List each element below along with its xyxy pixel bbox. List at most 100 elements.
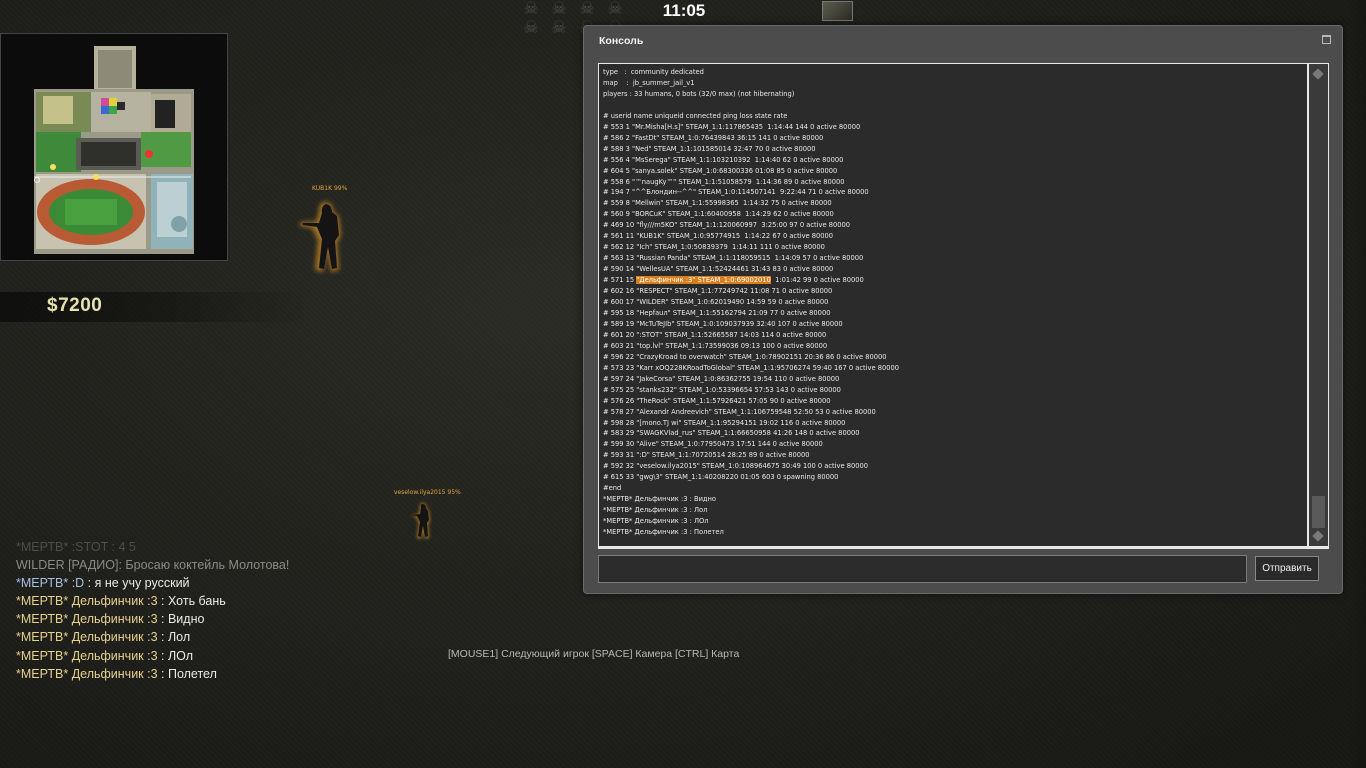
console-line: # 595 18 "Нерfauл" STEAM_1:1:55162794 21… [603,308,831,317]
console-line: # 578 27 "Alexandr Andreevich" STEAM_1:1… [603,407,876,416]
screen-edge [1348,0,1366,768]
console-line: # 597 24 "JakeCorsa" STEAM_1:0:86362755 … [603,374,840,383]
skull-icon: ☠ [551,18,567,37]
console-line: # 602 16 "RESPECT" STEAM_1:1:77249742 11… [603,287,833,296]
player-soldier-icon [300,202,341,272]
console-line: # 553 1 "Mr.Misha[H.s]" STEAM_1:1:117865… [603,122,861,131]
chat-text: Бросаю коктейль Молотова! [121,558,290,573]
console-line: # 590 14 "WellesUA" STEAM_1:1:52424461 3… [603,265,834,274]
radar-map-icon [34,46,194,254]
player-avatar [822,1,853,21]
chat-sender: *МЕРТВ* Дельфинчик :3 [16,666,158,681]
scroll-down-icon[interactable] [1312,530,1324,542]
chat-text: : Лол [157,630,191,645]
chat-text: : ЛОл [157,648,194,663]
chat-sender: *МЕРТВ* Дельфинчик :3 [16,630,158,645]
console-line: # 562 12 "Ich" STEAM_1:0:50839379 1:14:1… [603,243,825,252]
chat-message: *МЕРТВ* :D : я не учу русский [16,574,289,592]
chat-sender: WILDER [РАДИО]: [16,558,122,573]
console-line: # 556 4 "MsSerega" STEAM_1:1:103210392 1… [603,155,844,164]
spectator-controls-hint: [MOUSE1] Следующий игрок [SPACE] Камера … [448,648,740,660]
console-line: *МЕРТВ* Дельфинчик :3 : Полетел [603,528,724,537]
console-line: # 558 6 "™naugKy™" STEAM_1:1:51058579 1:… [603,177,845,186]
radar-minimap [0,33,228,261]
maximize-icon[interactable] [1322,35,1331,44]
money-amount: $7200 [47,295,103,316]
console-line: # 573 23 "Karr xOQ228KRoadToGlobal" STEA… [603,363,900,372]
chat-log: *МЕРТВ* :STOT : 4 5 WILDER [РАДИО]: Броса… [16,538,289,683]
chat-text: : Полетел [157,666,217,681]
chat-text: *МЕРТВ* :STOT : 4 5 [16,540,136,554]
console-window[interactable]: Консоль type : community dedicated map : … [583,25,1343,594]
player-name-tag: KUB1K 99% [312,185,348,192]
console-selection-highlight[interactable]: "Дельфинчик :3" STEAM_1:0:69002010 [636,276,771,285]
player-soldier-icon [411,503,430,539]
chat-message: *МЕРТВ* Дельфинчик :3 : Лол [16,628,289,646]
console-line: # 599 30 "Alive" STEAM_1:0:77950473 17:5… [603,440,823,449]
chat-text: : Видно [157,612,205,627]
console-title: Консоль [599,35,644,47]
chat-text: : я не учу русский [84,576,190,591]
console-line: # 559 8 "Mellwin" STEAM_1:1:55998365 1:1… [603,199,832,208]
console-line: # 571 15 "Дельфинчик :3" STEAM_1:0:69002… [603,275,899,286]
chat-message: *МЕРТВ* Дельфинчик :3 : Видно [16,610,289,628]
console-line: *МЕРТВ* Дельфинчик :3 : ЛОл [603,517,709,526]
console-line: players : 33 humans, 0 bots (32/0 max) (… [603,89,795,98]
console-line: # 588 3 "Ned" STEAM_1:1:101585014 32:47 … [603,144,816,153]
console-line: type : community dedicated [603,68,704,76]
chat-message: *МЕРТВ* Дельфинчик :3 : Хоть бань [16,592,289,610]
console-line: # 563 13 "Russian Panda" STEAM_1:1:11805… [603,254,864,263]
scroll-up-icon[interactable] [1312,68,1324,80]
console-line: # 596 22 "CrazyKroad to overwatch" STEAM… [603,352,887,361]
skull-icon: ☠ [607,0,623,18]
console-line: # 561 11 "KUB1K" STEAM_1:0:95774915 1:14… [603,232,834,241]
team-ct-skulls: ☠ ☠ ☠ ☠ [522,0,624,18]
skull-icon: ☠ [523,18,539,37]
console-line: # 603 21 "top.lvl" STEAM_1:1:73599036 09… [603,341,828,350]
skull-icon: ☠ [551,0,567,18]
console-line: *МЕРТВ* Дельфинчик :3 : Видно [603,495,717,504]
console-line: # 589 19 "McTuTeJIb" STEAM_1:0:109037939… [603,319,843,328]
console-line: # 469 10 "fly///m5KO" STEAM_1:1:12006099… [603,221,850,230]
player-name-tag: veselow.ilya2015 95% [394,489,461,496]
console-line: # 600 17 "WILDER" STEAM_1:0:62019490 14:… [603,298,829,307]
submit-button[interactable]: Отправить [1255,556,1319,581]
console-output[interactable]: type : community dedicated map : jb_summe… [599,64,1307,546]
console-line: # 593 31 ":D" STEAM_1:1:70720514 28:25 8… [603,451,810,460]
console-line: # 601 20 ":STOT" STEAM_1:1:52665587 14:0… [603,330,827,339]
chat-sender: *МЕРТВ* :D [16,576,85,591]
chat-sender: *МЕРТВ* Дельфинчик :3 [16,648,158,663]
console-line: map : jb_summer_jail_v1 [603,78,695,87]
chat-message: *МЕРТВ* Дельфинчик :3 : ЛОл [16,647,289,665]
chat-message: *МЕРТВ* Дельфинчик :3 : Полетел [16,665,289,683]
chat-message: WILDER [РАДИО]: Бросаю коктейль Молотова… [16,556,289,574]
console-line: # 604 5 "sanya.solek" STEAM_1:0:68300336… [603,166,838,175]
console-line: #end [603,484,622,493]
console-line: *МЕРТВ* Дельфинчик :3 : Лол [603,506,708,515]
skull-icon: ☠ [523,0,539,18]
console-line: # 583 29 "SWAGKVlad_rus" STEAM_1:1:66650… [603,429,860,438]
console-line: # 194 7 "^^Блондин--^^" STEAM_1:0:114507… [603,188,869,197]
console-line-prefix: # 571 15 [603,276,637,285]
console-line: # userid name uniqueid connected ping lo… [603,111,788,120]
money-display: $7200 [0,292,310,322]
console-line: # 576 26 "TheRock" STEAM_1:1:57926421 57… [603,396,831,405]
console-output-frame: type : community dedicated map : jb_summe… [598,63,1329,549]
chat-sender: *МЕРТВ* Дельфинчик :3 [16,612,158,627]
console-line: # 592 32 "veselow.ilya2015" STEAM_1:0:10… [603,462,868,471]
chat-message: *МЕРТВ* :STOT : 4 5 [16,538,289,556]
console-line: # 615 33 "gwg\3" STEAM_1:1:40208220 01:0… [603,473,839,482]
chat-sender: *МЕРТВ* Дельфинчик :3 [16,594,158,609]
console-scrollbar[interactable] [1309,64,1328,546]
console-line: # 586 2 "FastDt" STEAM_1:0:76439843 36:1… [603,133,824,142]
round-timer: 11:05 [662,1,706,20]
console-command-input[interactable] [598,555,1247,583]
console-line-rest: 1:01:42 99 0 active 80000 [770,276,864,285]
console-line: # 560 9 "BORCuK" STEAM_1:1:60400958 1:14… [603,210,834,219]
skull-icon: ☠ [579,0,595,18]
console-line: # 598 28 "[mono.TJ wi" STEAM_1:1:9529415… [603,418,846,427]
scrollbar-thumb[interactable] [1312,496,1325,528]
chat-text: : Хоть бань [157,594,226,609]
console-line: # 575 25 "stanks232" STEAM_1:0:53396654 … [603,385,841,394]
